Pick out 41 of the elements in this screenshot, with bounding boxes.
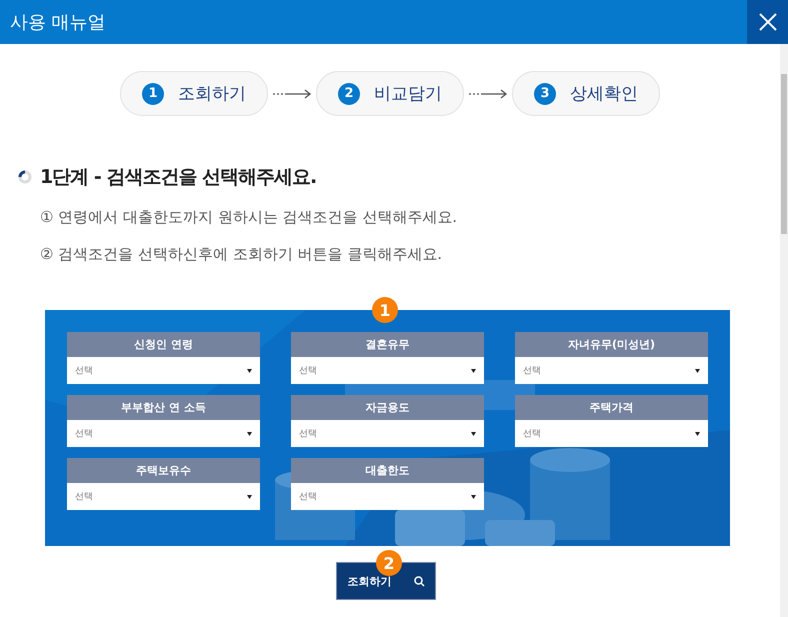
field-label: 주택보유수 xyxy=(67,458,260,483)
select-field[interactable]: 선택 xyxy=(291,357,484,384)
field-label: 부부합산 연 소득 xyxy=(67,395,260,420)
step-number: 3 xyxy=(534,82,556,104)
select-field[interactable]: 선택 xyxy=(515,357,708,384)
arrow-icon xyxy=(272,88,312,98)
select-field[interactable]: 선택 xyxy=(515,420,708,447)
step-label: 조회하기 xyxy=(178,83,246,105)
select-field[interactable]: 선택 xyxy=(67,357,260,384)
caret-icon xyxy=(471,368,476,372)
step-number: 1 xyxy=(142,82,164,104)
caret-icon xyxy=(471,432,476,436)
section-heading: 1단계 - 검색조건을 선택해주세요. xyxy=(40,165,316,190)
select-field[interactable]: 선택 xyxy=(291,483,484,510)
select-field[interactable]: 선택 xyxy=(67,420,260,447)
caret-icon xyxy=(471,494,476,498)
field-label: 주택가격 xyxy=(515,395,708,420)
caret-icon xyxy=(247,494,252,498)
field-label: 결혼유무 xyxy=(291,332,484,357)
select-field[interactable]: 선택 xyxy=(291,420,484,447)
close-button[interactable] xyxy=(747,0,788,44)
arrow-icon xyxy=(468,88,508,98)
close-icon xyxy=(758,13,776,31)
field-label: 자녀유무(미성년) xyxy=(515,332,708,357)
field-label: 자금용도 xyxy=(291,395,484,420)
window-title: 사용 매뉴얼 xyxy=(9,11,107,34)
caret-icon xyxy=(695,432,700,436)
search-icon xyxy=(414,576,424,586)
step-badge: 1 xyxy=(372,297,398,323)
bullet-icon xyxy=(18,170,32,184)
caret-icon xyxy=(695,368,700,372)
field-label: 신청인 연령 xyxy=(67,332,260,357)
select-field[interactable]: 선택 xyxy=(67,483,260,510)
step-label: 상세확인 xyxy=(570,83,638,105)
step-badge: 2 xyxy=(376,550,402,576)
field-label: 대출한도 xyxy=(291,458,484,483)
step-label: 비교담기 xyxy=(374,83,442,105)
instruction-text: ① 연령에서 대출한도까지 원하시는 검색조건을 선택해주세요. xyxy=(40,208,458,227)
step-number: 2 xyxy=(338,82,360,104)
instruction-text: ② 검색조건을 선택하신후에 조회하기 버튼을 클릭해주세요. xyxy=(40,245,444,264)
caret-icon xyxy=(247,368,252,372)
